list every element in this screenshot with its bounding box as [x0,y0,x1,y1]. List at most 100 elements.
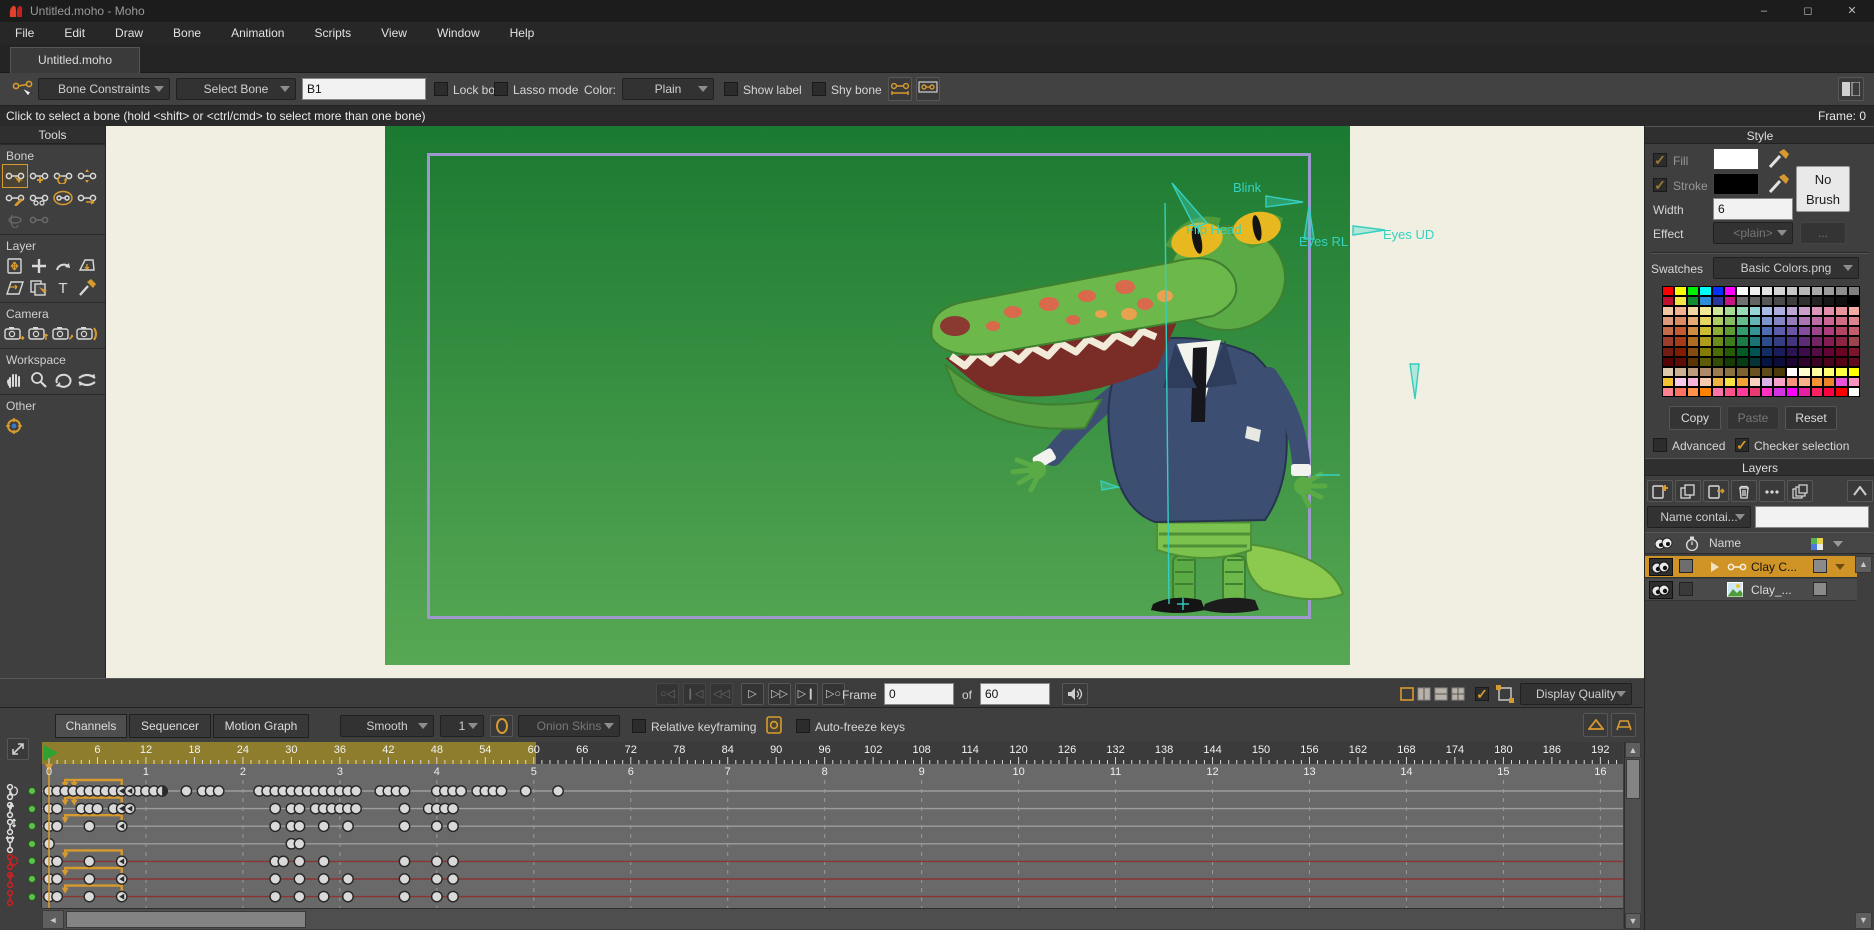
timeline-tab-sequencer[interactable]: Sequencer [129,714,211,738]
palette-swatch[interactable] [1835,286,1847,296]
palette-swatch[interactable] [1712,306,1724,316]
palette-swatch[interactable] [1699,296,1711,306]
palette-swatch[interactable] [1761,367,1773,377]
palette-swatch[interactable] [1798,326,1810,336]
palette-swatch[interactable] [1712,296,1724,306]
palette-swatch[interactable] [1724,306,1736,316]
palette-swatch[interactable] [1699,357,1711,367]
palette-swatch[interactable] [1823,357,1835,367]
palette-swatch[interactable] [1823,336,1835,346]
select-bone-dropdown[interactable]: Select Bone [176,78,296,100]
palette-swatch[interactable] [1835,387,1847,397]
fill-color-swatch[interactable] [1713,148,1759,170]
orbit-tool[interactable] [75,369,99,391]
palette-swatch[interactable] [1786,367,1798,377]
palette-swatch[interactable] [1724,357,1736,367]
width-input[interactable] [1713,198,1793,220]
palette-swatch[interactable] [1712,316,1724,326]
layer-color-swatch[interactable] [1813,559,1827,573]
palette-swatch[interactable] [1674,336,1686,346]
palette-swatch[interactable] [1848,377,1860,387]
palette-swatch[interactable] [1761,347,1773,357]
palette-swatch[interactable] [1811,306,1823,316]
palette-swatch[interactable] [1835,367,1847,377]
palette-swatch[interactable] [1724,326,1736,336]
palette-swatch[interactable] [1811,377,1823,387]
palette-swatch[interactable] [1811,387,1823,397]
pane-single-view-button[interactable] [1400,687,1415,702]
palette-swatch[interactable] [1823,286,1835,296]
palette-swatch[interactable] [1823,367,1835,377]
palette-swatch[interactable] [1712,357,1724,367]
palette-swatch[interactable] [1786,296,1798,306]
palette-swatch[interactable] [1823,316,1835,326]
effect-more-button[interactable]: ... [1800,222,1846,244]
palette-swatch[interactable] [1699,316,1711,326]
camera-track-tool[interactable] [3,323,27,345]
bone-width-button[interactable] [888,77,912,101]
bone-dim-tool[interactable] [27,209,51,231]
hand-tool[interactable] [3,369,27,391]
play-button[interactable]: ▷ [741,683,764,705]
fill-checkbox[interactable]: ✓ [1653,153,1667,167]
crop-frame-icon[interactable] [1496,685,1514,703]
palette-swatch[interactable] [1662,336,1674,346]
bone-name-input[interactable] [302,78,426,100]
palette-swatch[interactable] [1749,336,1761,346]
paste-button[interactable]: Paste [1727,406,1779,430]
display-quality-checkbox[interactable]: ✓ [1475,687,1489,701]
interp-cycle-icon[interactable] [490,715,513,737]
palette-swatch[interactable] [1749,377,1761,387]
palette-swatch[interactable] [1724,367,1736,377]
palette-swatch[interactable] [1811,347,1823,357]
swatches-dropdown[interactable]: Basic Colors.png [1713,257,1859,279]
palette-swatch[interactable] [1674,296,1686,306]
palette-swatch[interactable] [1674,377,1686,387]
palette-swatch[interactable] [1811,357,1823,367]
palette-swatch[interactable] [1724,387,1736,397]
magnify-tool[interactable] [27,369,51,391]
prev-keyframe-button[interactable]: ❙◁ [683,683,706,705]
palette-swatch[interactable] [1823,387,1835,397]
workspace-layout-icon[interactable] [1838,77,1864,101]
palette-swatch[interactable] [1712,347,1724,357]
palette-swatch[interactable] [1674,387,1686,397]
palette-swatch[interactable] [1773,367,1785,377]
palette-swatch[interactable] [1662,357,1674,367]
palette-swatch[interactable] [1736,296,1748,306]
palette-swatch[interactable] [1848,357,1860,367]
palette-swatch[interactable] [1786,387,1798,397]
group-layers-button[interactable] [1787,480,1813,502]
palette-swatch[interactable] [1848,387,1860,397]
palette-swatch[interactable] [1848,316,1860,326]
layers-scroll-down[interactable]: ▼ [1855,912,1872,929]
palette-swatch[interactable] [1749,367,1761,377]
timeline-tab-channels[interactable]: Channels [55,714,127,738]
layers-collapse-button[interactable] [1847,480,1873,502]
palette-swatch[interactable] [1798,306,1810,316]
palette-swatch[interactable] [1736,316,1748,326]
keyframe-area[interactable]: 012345678910111213141516 [42,764,1623,908]
palette-swatch[interactable] [1786,357,1798,367]
palette-swatch[interactable] [1724,296,1736,306]
palette-swatch[interactable] [1724,316,1736,326]
bone-reparent-tool[interactable] [51,165,75,187]
copy-button[interactable]: Copy [1669,406,1721,430]
palette-swatch[interactable] [1699,387,1711,397]
menu-item-edit[interactable]: Edit [49,22,100,44]
palette-swatch[interactable] [1835,377,1847,387]
palette-swatch[interactable] [1662,377,1674,387]
palette-swatch[interactable] [1798,357,1810,367]
rotate-tool[interactable] [51,369,75,391]
duplicate-layer-button[interactable] [1675,480,1701,502]
palette-swatch[interactable] [1674,347,1686,357]
menu-item-draw[interactable]: Draw [100,22,158,44]
palette-swatch[interactable] [1674,316,1686,326]
menu-item-help[interactable]: Help [495,22,550,44]
timeline-ruler[interactable]: 6121824303642485460667278849096102108114… [42,742,1623,764]
palette-swatch[interactable] [1773,347,1785,357]
palette-swatch[interactable] [1687,336,1699,346]
palette-swatch[interactable] [1662,286,1674,296]
palette-swatch[interactable] [1724,377,1736,387]
palette-swatch[interactable] [1736,357,1748,367]
